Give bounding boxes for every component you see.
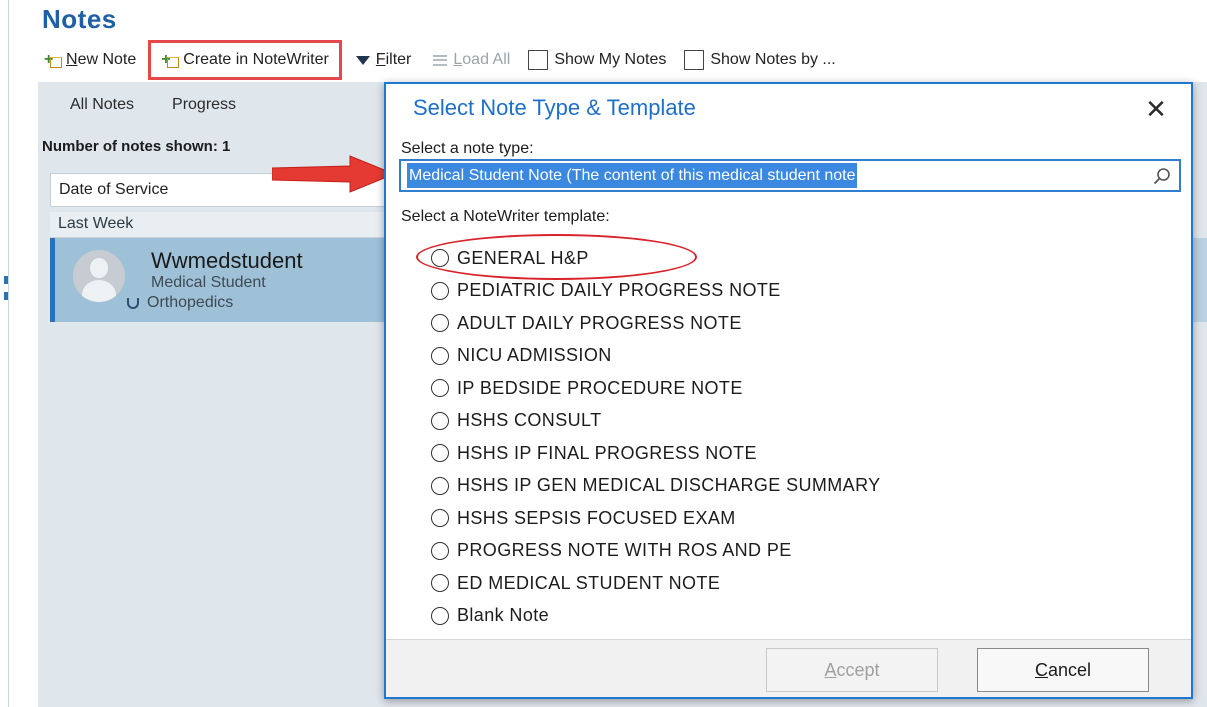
template-option-label: PEDIATRIC DAILY PROGRESS NOTE [457, 280, 781, 301]
close-icon[interactable]: ✕ [1141, 94, 1171, 124]
show-my-notes-toggle[interactable]: Show My Notes [522, 43, 672, 77]
accept-button[interactable]: Accept [766, 648, 938, 692]
show-my-notes-checkbox[interactable] [528, 50, 549, 70]
radio-button[interactable] [431, 346, 449, 365]
radio-button[interactable] [431, 606, 449, 625]
show-notes-by-label: Show Notes by ... [710, 51, 836, 68]
list-icon [433, 54, 448, 66]
radio-button[interactable] [431, 379, 449, 398]
template-option[interactable]: PROGRESS NOTE WITH ROS AND PE [431, 535, 1151, 568]
radio-button[interactable] [431, 281, 449, 300]
template-option[interactable]: HSHS IP GEN MEDICAL DISCHARGE SUMMARY [431, 470, 1151, 503]
tab-all-notes[interactable]: All Notes [70, 96, 134, 114]
note-type-field[interactable]: Medical Student Note (The content of thi… [399, 159, 1181, 192]
template-option-label: PROGRESS NOTE WITH ROS AND PE [457, 540, 792, 561]
radio-button[interactable] [431, 574, 449, 593]
template-option-label: HSHS SEPSIS FOCUSED EXAM [457, 507, 736, 528]
cancel-button[interactable]: Cancel [977, 648, 1149, 692]
note-author: Wwmedstudent [151, 248, 303, 273]
left-edge-markers [4, 276, 8, 310]
stethoscope-icon [127, 297, 139, 309]
show-notes-by-checkbox[interactable] [684, 50, 705, 70]
note-type-label: Select a note type: [401, 140, 534, 157]
dialog-footer: Accept Cancel [386, 639, 1191, 697]
filter-icon [355, 55, 370, 65]
note-list-item[interactable]: Wwmedstudent Medical Student Orthopedics [50, 238, 390, 322]
load-all-label: Load All [453, 51, 511, 68]
template-option-label: HSHS IP FINAL PROGRESS NOTE [457, 442, 757, 463]
template-option-label: HSHS CONSULT [457, 410, 602, 431]
create-in-notewriter-label: Create in NoteWriter [183, 51, 329, 68]
template-list: GENERAL H&P PEDIATRIC DAILY PROGRESS NOT… [431, 242, 1151, 632]
dialog-title: Select Note Type & Template [413, 95, 696, 120]
accept-label: Accept [824, 659, 880, 680]
create-note-icon: + [161, 52, 180, 68]
group-header: Last Week [50, 212, 390, 238]
new-note-button[interactable]: + New Note [38, 43, 142, 77]
note-department-label: Orthopedics [147, 294, 234, 311]
search-icon[interactable] [1153, 167, 1171, 185]
filter-label: Filter [375, 51, 412, 68]
radio-button[interactable] [431, 509, 449, 528]
template-option-label: IP BEDSIDE PROCEDURE NOTE [457, 377, 743, 398]
note-department: Orthopedics [127, 294, 233, 312]
template-option[interactable]: ED MEDICAL STUDENT NOTE [431, 567, 1151, 600]
notes-count: Number of notes shown: 1 [42, 138, 231, 155]
notes-tabs: All Notes Progress [38, 82, 398, 128]
template-label: Select a NoteWriter template: [401, 208, 610, 225]
notes-toolbar: + New Note + Create in NoteWriter Filter… [38, 40, 1207, 80]
annotation-ellipse [416, 234, 697, 280]
template-option[interactable]: IP BEDSIDE PROCEDURE NOTE [431, 372, 1151, 405]
cancel-label: Cancel [1034, 659, 1092, 680]
radio-button[interactable] [431, 541, 449, 560]
load-all-button[interactable]: Load All [427, 43, 516, 77]
template-option[interactable]: Blank Note [431, 600, 1151, 633]
annotation-arrow-icon [272, 155, 396, 193]
select-note-type-dialog: Select Note Type & Template ✕ Select a n… [384, 82, 1193, 699]
template-option-label: ADULT DAILY PROGRESS NOTE [457, 312, 742, 333]
show-my-notes-label: Show My Notes [554, 51, 667, 68]
filter-button[interactable]: Filter [350, 43, 418, 77]
template-option[interactable]: NICU ADMISSION [431, 340, 1151, 373]
radio-button[interactable] [431, 444, 449, 463]
note-type-value: Medical Student Note (The content of thi… [407, 163, 858, 188]
radio-button[interactable] [431, 411, 449, 430]
radio-button[interactable] [431, 314, 449, 333]
radio-button[interactable] [431, 476, 449, 495]
template-option[interactable]: HSHS SEPSIS FOCUSED EXAM [431, 502, 1151, 535]
note-author-role: Medical Student [151, 274, 266, 291]
template-option[interactable]: HSHS IP FINAL PROGRESS NOTE [431, 437, 1151, 470]
avatar [73, 250, 125, 302]
template-option-label: ED MEDICAL STUDENT NOTE [457, 572, 721, 593]
template-option[interactable]: ADULT DAILY PROGRESS NOTE [431, 307, 1151, 340]
page-title: Notes [42, 4, 117, 34]
template-option-label: HSHS IP GEN MEDICAL DISCHARGE SUMMARY [457, 475, 881, 496]
template-option-label: NICU ADMISSION [457, 345, 612, 366]
template-option-label: Blank Note [457, 605, 550, 626]
show-notes-by-toggle[interactable]: Show Notes by ... [678, 43, 841, 77]
new-note-icon: + [44, 52, 62, 68]
new-note-label: New Note [66, 51, 137, 68]
template-option[interactable]: HSHS CONSULT [431, 405, 1151, 438]
app-left-edge [0, 0, 9, 707]
create-in-notewriter-button[interactable]: + Create in NoteWriter [148, 40, 342, 80]
tab-progress[interactable]: Progress [172, 96, 236, 114]
